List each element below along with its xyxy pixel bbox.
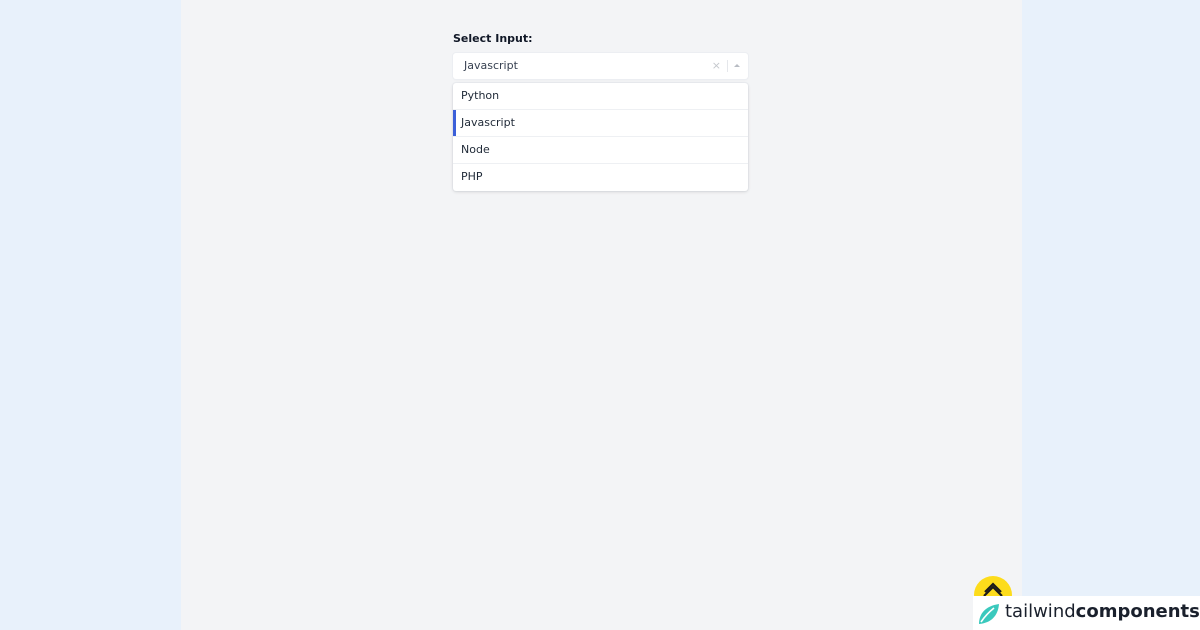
option-php[interactable]: PHP: [453, 164, 748, 191]
brand-text-bold: components: [1075, 601, 1200, 622]
chevron-up-icon[interactable]: [734, 64, 740, 67]
option-javascript[interactable]: Javascript: [453, 110, 748, 137]
clear-icon[interactable]: ×: [712, 53, 721, 79]
brand-banner[interactable]: tailwindcomponents: [973, 596, 1200, 630]
brand-text-light: tailwind: [1005, 601, 1076, 622]
leaf-logo-icon: [977, 602, 1001, 630]
select-field: Select Input: Javascript × Python Javasc…: [453, 32, 748, 191]
selected-value: Javascript: [464, 59, 518, 72]
option-python[interactable]: Python: [453, 83, 748, 110]
options-dropdown: Python Javascript Node PHP: [453, 83, 748, 191]
indicator-separator: [727, 60, 728, 72]
brand-wordmark: tailwindcomponents: [1005, 601, 1200, 622]
select-input[interactable]: Javascript ×: [453, 53, 748, 79]
option-node[interactable]: Node: [453, 137, 748, 164]
select-label: Select Input:: [453, 32, 533, 45]
